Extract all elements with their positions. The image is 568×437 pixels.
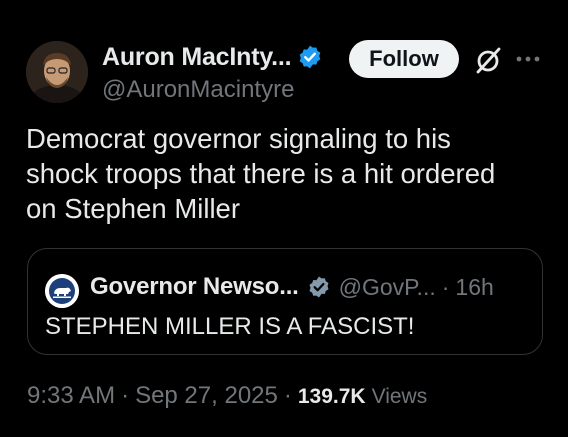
tweet-text-line: Democrat governor signaling to his bbox=[26, 123, 451, 154]
author-avatar-image bbox=[26, 41, 88, 103]
grok-icon[interactable] bbox=[472, 44, 504, 76]
views-label: Views bbox=[371, 385, 428, 408]
meta-separator: · bbox=[121, 382, 130, 409]
tweet-time[interactable]: 9:33 AM bbox=[27, 382, 115, 410]
tweet-text-line: shock troops that there is a hit ordered bbox=[26, 158, 496, 189]
author-display-name[interactable]: Auron MacInty... bbox=[102, 43, 292, 72]
author-avatar[interactable] bbox=[26, 41, 88, 103]
tweet-text-line: on Stephen Miller bbox=[26, 193, 241, 224]
meta-separator: · bbox=[283, 382, 292, 409]
tweet: Auron MacInty... @AuronMacintyre Follow … bbox=[0, 0, 568, 437]
california-bear-icon bbox=[45, 274, 79, 308]
quoted-separator: · bbox=[441, 273, 450, 300]
government-badge-icon bbox=[309, 276, 329, 298]
quoted-author-name[interactable]: Governor Newso... bbox=[90, 273, 299, 301]
follow-button[interactable]: Follow bbox=[349, 40, 459, 78]
quoted-author-avatar[interactable] bbox=[45, 274, 79, 308]
verified-badge-icon bbox=[300, 45, 321, 69]
tweet-meta: 9:33 AM · Sep 27, 2025 · 139.7K Views bbox=[27, 382, 427, 410]
quoted-author-handle[interactable]: @GovP... bbox=[339, 274, 436, 301]
author-name-row: Auron MacInty... bbox=[102, 40, 323, 74]
more-dots-icon[interactable] bbox=[514, 52, 542, 66]
view-count: 139.7K bbox=[297, 385, 366, 408]
quoted-tweet-header: Governor Newso... @GovP... · 16h bbox=[90, 271, 494, 303]
quoted-tweet-card[interactable]: Governor Newso... @GovP... · 16h STEPHEN… bbox=[27, 248, 543, 355]
tweet-date[interactable]: Sep 27, 2025 bbox=[135, 382, 278, 410]
author-handle[interactable]: @AuronMacintyre bbox=[102, 76, 294, 104]
quoted-tweet-text: STEPHEN MILLER IS A FASCIST! bbox=[45, 313, 415, 340]
quoted-timestamp[interactable]: 16h bbox=[455, 274, 493, 301]
tweet-text: Democrat governor signaling to his shock… bbox=[26, 121, 556, 226]
